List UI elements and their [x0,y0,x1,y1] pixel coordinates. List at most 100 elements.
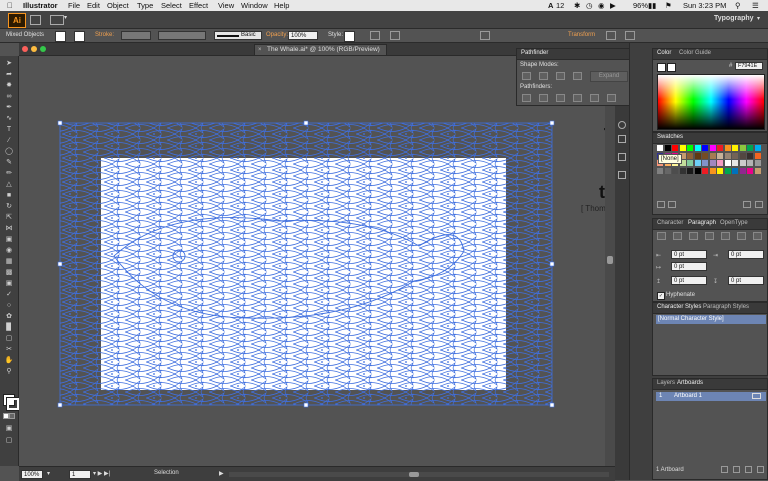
swatch[interactable] [732,167,738,174]
swatch[interactable] [709,152,716,159]
justify-left-icon[interactable] [705,232,714,240]
outline-icon[interactable] [590,94,599,102]
type-tool-icon[interactable]: T [3,125,15,134]
swatch[interactable] [754,145,761,151]
menu-select[interactable]: Select [161,1,182,10]
transform-link[interactable]: Transform [568,32,595,38]
expand-button[interactable]: Expand [590,71,628,82]
swatch[interactable] [754,152,761,159]
delete-swatch-icon[interactable] [755,201,763,208]
swatch[interactable] [672,145,678,151]
pen-tool-icon[interactable]: ✒ [3,103,15,112]
arrange-documents-icon[interactable] [50,15,64,25]
selection-tool-icon[interactable]: ➤ [3,59,15,68]
appearance-panel-icon[interactable] [618,121,626,129]
align-right-icon[interactable] [689,232,698,240]
menu-edit[interactable]: Edit [87,1,100,10]
apple-icon[interactable]:  [7,1,13,10]
swatch[interactable] [747,160,753,166]
align-left-icon[interactable] [657,232,666,240]
wifi-icon[interactable]: ◉ [598,1,605,10]
swatch[interactable] [679,167,686,174]
variable-width-profile[interactable] [158,31,206,40]
tab-color-guide[interactable]: Color Guide [679,50,711,56]
swatch[interactable] [717,145,723,151]
tab-opentype[interactable]: OpenType [720,220,748,226]
menu-help[interactable]: Help [274,1,289,10]
horizontal-scrollbar[interactable] [229,472,609,477]
align-to-icon[interactable] [480,31,490,40]
status-text[interactable]: Selection [154,470,179,476]
brush-definition[interactable]: Basic [214,31,262,40]
artboard-number-field[interactable]: 1 [69,470,91,479]
opacity-label[interactable]: Opacity: [266,32,288,38]
menu-effect[interactable]: Effect [189,1,208,10]
scroll-thumb[interactable] [607,256,613,264]
swatch[interactable] [694,145,701,151]
eraser-tool-icon[interactable]: ■ [3,191,15,200]
swatch[interactable] [694,152,701,159]
rotate-tool-icon[interactable]: ↻ [3,202,15,211]
menu-file[interactable]: File [68,1,80,10]
crop-icon[interactable] [573,94,582,102]
screen-mode-icon[interactable]: ▢ [3,436,15,445]
swatch[interactable] [754,167,761,174]
swatch[interactable] [739,152,746,159]
stroke-color-box[interactable] [6,397,20,411]
handle-top-right[interactable] [549,120,555,126]
spotlight-icon[interactable]: ⚲ [735,1,741,10]
justify-right-icon[interactable] [737,232,746,240]
stroke-swatch[interactable] [74,31,85,42]
gradient-mode-icon[interactable] [9,413,15,419]
paintbrush-tool-icon[interactable]: ✎ [3,158,15,167]
menu-object[interactable]: Object [107,1,129,10]
merge-icon[interactable] [556,94,565,102]
exclude-icon[interactable] [573,72,582,80]
artboard-tool-icon[interactable]: ▢ [3,334,15,343]
show-kinds-icon[interactable] [668,201,676,208]
gradient-tool-icon[interactable]: ▣ [3,279,15,288]
swatch[interactable] [709,167,716,174]
minus-back-icon[interactable] [607,94,616,102]
handle-middle-left[interactable] [57,261,63,267]
line-tool-icon[interactable]: ∕ [3,136,15,145]
swatch[interactable] [717,167,723,174]
vertical-scrollbar[interactable] [605,56,615,466]
tab-pathfinder[interactable]: Pathfinder [521,50,548,56]
adobe-icon[interactable]: A [548,1,553,10]
swatch[interactable] [724,145,731,151]
fill-swatch[interactable] [55,31,66,42]
swatch[interactable] [664,167,671,174]
swatch[interactable] [687,145,693,151]
width-tool-icon[interactable]: ⋈ [3,224,15,233]
swatch[interactable] [747,145,753,151]
divide-icon[interactable] [522,94,531,102]
isolate-icon[interactable] [606,31,616,40]
swatch[interactable] [702,152,708,159]
swatch[interactable] [702,145,708,151]
hex-color-field[interactable]: F7941E [735,62,763,70]
tab-layers[interactable]: Layers [657,380,675,386]
tab-close-icon[interactable]: × [258,45,262,55]
tab-character-styles[interactable]: Character Styles [657,304,701,310]
notification-icon[interactable]: ☰ [752,1,759,10]
trim-icon[interactable] [539,94,548,102]
symbols-panel-icon[interactable] [618,171,626,179]
swatch[interactable] [747,167,753,174]
minimize-window-icon[interactable] [31,46,37,52]
artboard-nav-icon[interactable]: ▾ ▶ ▶| [93,470,110,477]
swatch[interactable] [709,145,716,151]
menubar-clock[interactable]: Sun 3:23 PM [683,1,726,10]
ellipse-tool-icon[interactable]: ◯ [3,147,15,156]
slice-tool-icon[interactable]: ✂ [3,345,15,354]
right-indent-field[interactable]: 0 pt [728,250,764,259]
swatch[interactable] [739,160,746,166]
lasso-tool-icon[interactable]: ∞ [3,92,15,101]
swatch[interactable] [724,152,731,159]
document-tab[interactable]: × The Whale.ai* @ 100% (RGB/Preview) [254,44,387,55]
stroke-label[interactable]: Stroke: [95,32,114,38]
blend-tool-icon[interactable]: ○ [3,301,15,310]
first-line-indent-field[interactable]: 0 pt [671,262,707,271]
zoom-window-icon[interactable] [40,46,46,52]
justify-center-icon[interactable] [721,232,730,240]
